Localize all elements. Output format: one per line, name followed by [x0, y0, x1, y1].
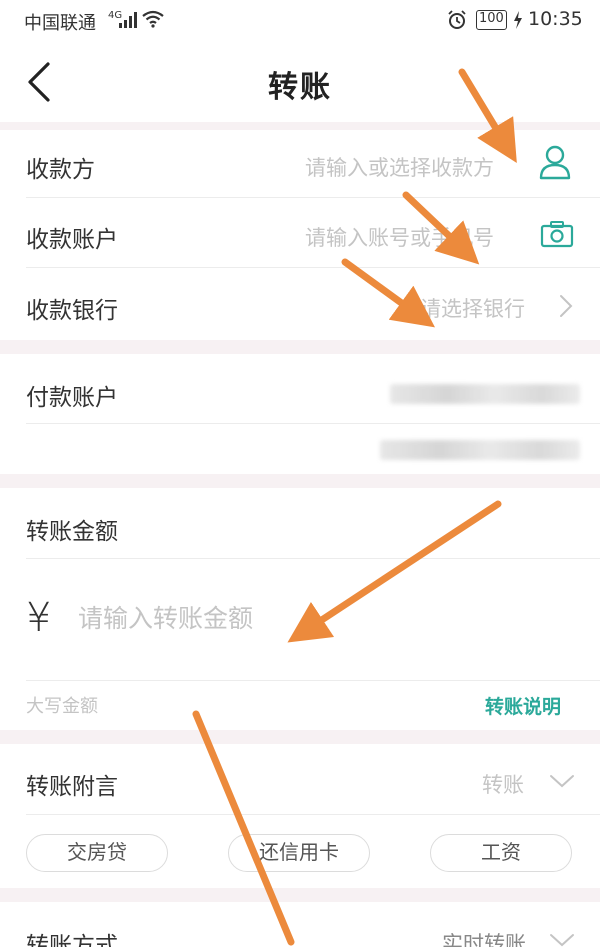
row-divider: [26, 558, 600, 559]
transfer-method-label: 转账方式: [26, 933, 118, 947]
wifi-icon: [142, 10, 164, 28]
payer-account-number-masked: [390, 384, 580, 404]
chevron-right-icon[interactable]: [558, 294, 574, 318]
transfer-method-row[interactable]: 转账方式 实时转账: [0, 902, 600, 947]
section-gap: [0, 340, 600, 354]
transfer-method-select[interactable]: 实时转账: [442, 928, 526, 947]
signal-icon: [119, 12, 137, 28]
amount-uppercase-label: 大写金额: [26, 696, 98, 717]
payee-row[interactable]: 收款方 请输入或选择收款方: [0, 130, 600, 198]
payee-input[interactable]: 请输入或选择收款方: [305, 152, 494, 182]
section-gap: [0, 474, 600, 488]
battery-indicator: 100: [476, 10, 507, 30]
status-bar: 中国联通 4G 100 10:35: [0, 0, 600, 42]
carrier-name: 中国联通: [24, 13, 96, 34]
amount-label: 转账金额: [26, 519, 118, 545]
amount-input[interactable]: [78, 597, 498, 639]
row-divider: [26, 680, 600, 681]
payee-account-label: 收款账户: [26, 227, 118, 253]
chevron-down-icon[interactable]: [549, 932, 575, 947]
page-title: 转账: [268, 70, 332, 105]
memo-chip-credit-card[interactable]: 还信用卡: [228, 834, 370, 872]
payee-label: 收款方: [26, 157, 95, 183]
row-divider: [26, 423, 600, 424]
alarm-icon: [448, 10, 466, 29]
payee-bank-row[interactable]: 收款银行 请选择银行: [0, 268, 600, 340]
section-gap: [0, 122, 600, 130]
payee-account-row[interactable]: 收款账户 请输入账号或手机号: [0, 198, 600, 268]
section-gap: [0, 730, 600, 744]
row-divider: [26, 814, 600, 815]
contact-person-icon[interactable]: [538, 144, 572, 180]
camera-icon[interactable]: [540, 220, 574, 248]
payer-account-balance-masked: [380, 440, 580, 460]
payer-account-row[interactable]: 付款账户: [0, 354, 600, 474]
memo-chip-mortgage[interactable]: 交房贷: [26, 834, 168, 872]
currency-symbol: ¥: [26, 595, 52, 641]
memo-label: 转账附言: [26, 774, 118, 800]
payee-bank-select[interactable]: 请选择银行: [420, 293, 525, 323]
payer-account-label: 付款账户: [26, 385, 118, 411]
transfer-help-link[interactable]: 转账说明: [485, 692, 561, 719]
nav-header: 转账: [0, 42, 600, 122]
memo-chip-salary[interactable]: 工资: [430, 834, 572, 872]
charging-icon: [514, 11, 522, 29]
section-gap: [0, 888, 600, 902]
chevron-down-icon[interactable]: [549, 773, 575, 789]
payee-account-input[interactable]: 请输入账号或手机号: [305, 222, 494, 252]
payee-bank-label: 收款银行: [26, 298, 118, 324]
memo-select[interactable]: 转账: [482, 769, 524, 799]
clock-time: 10:35: [528, 8, 583, 30]
